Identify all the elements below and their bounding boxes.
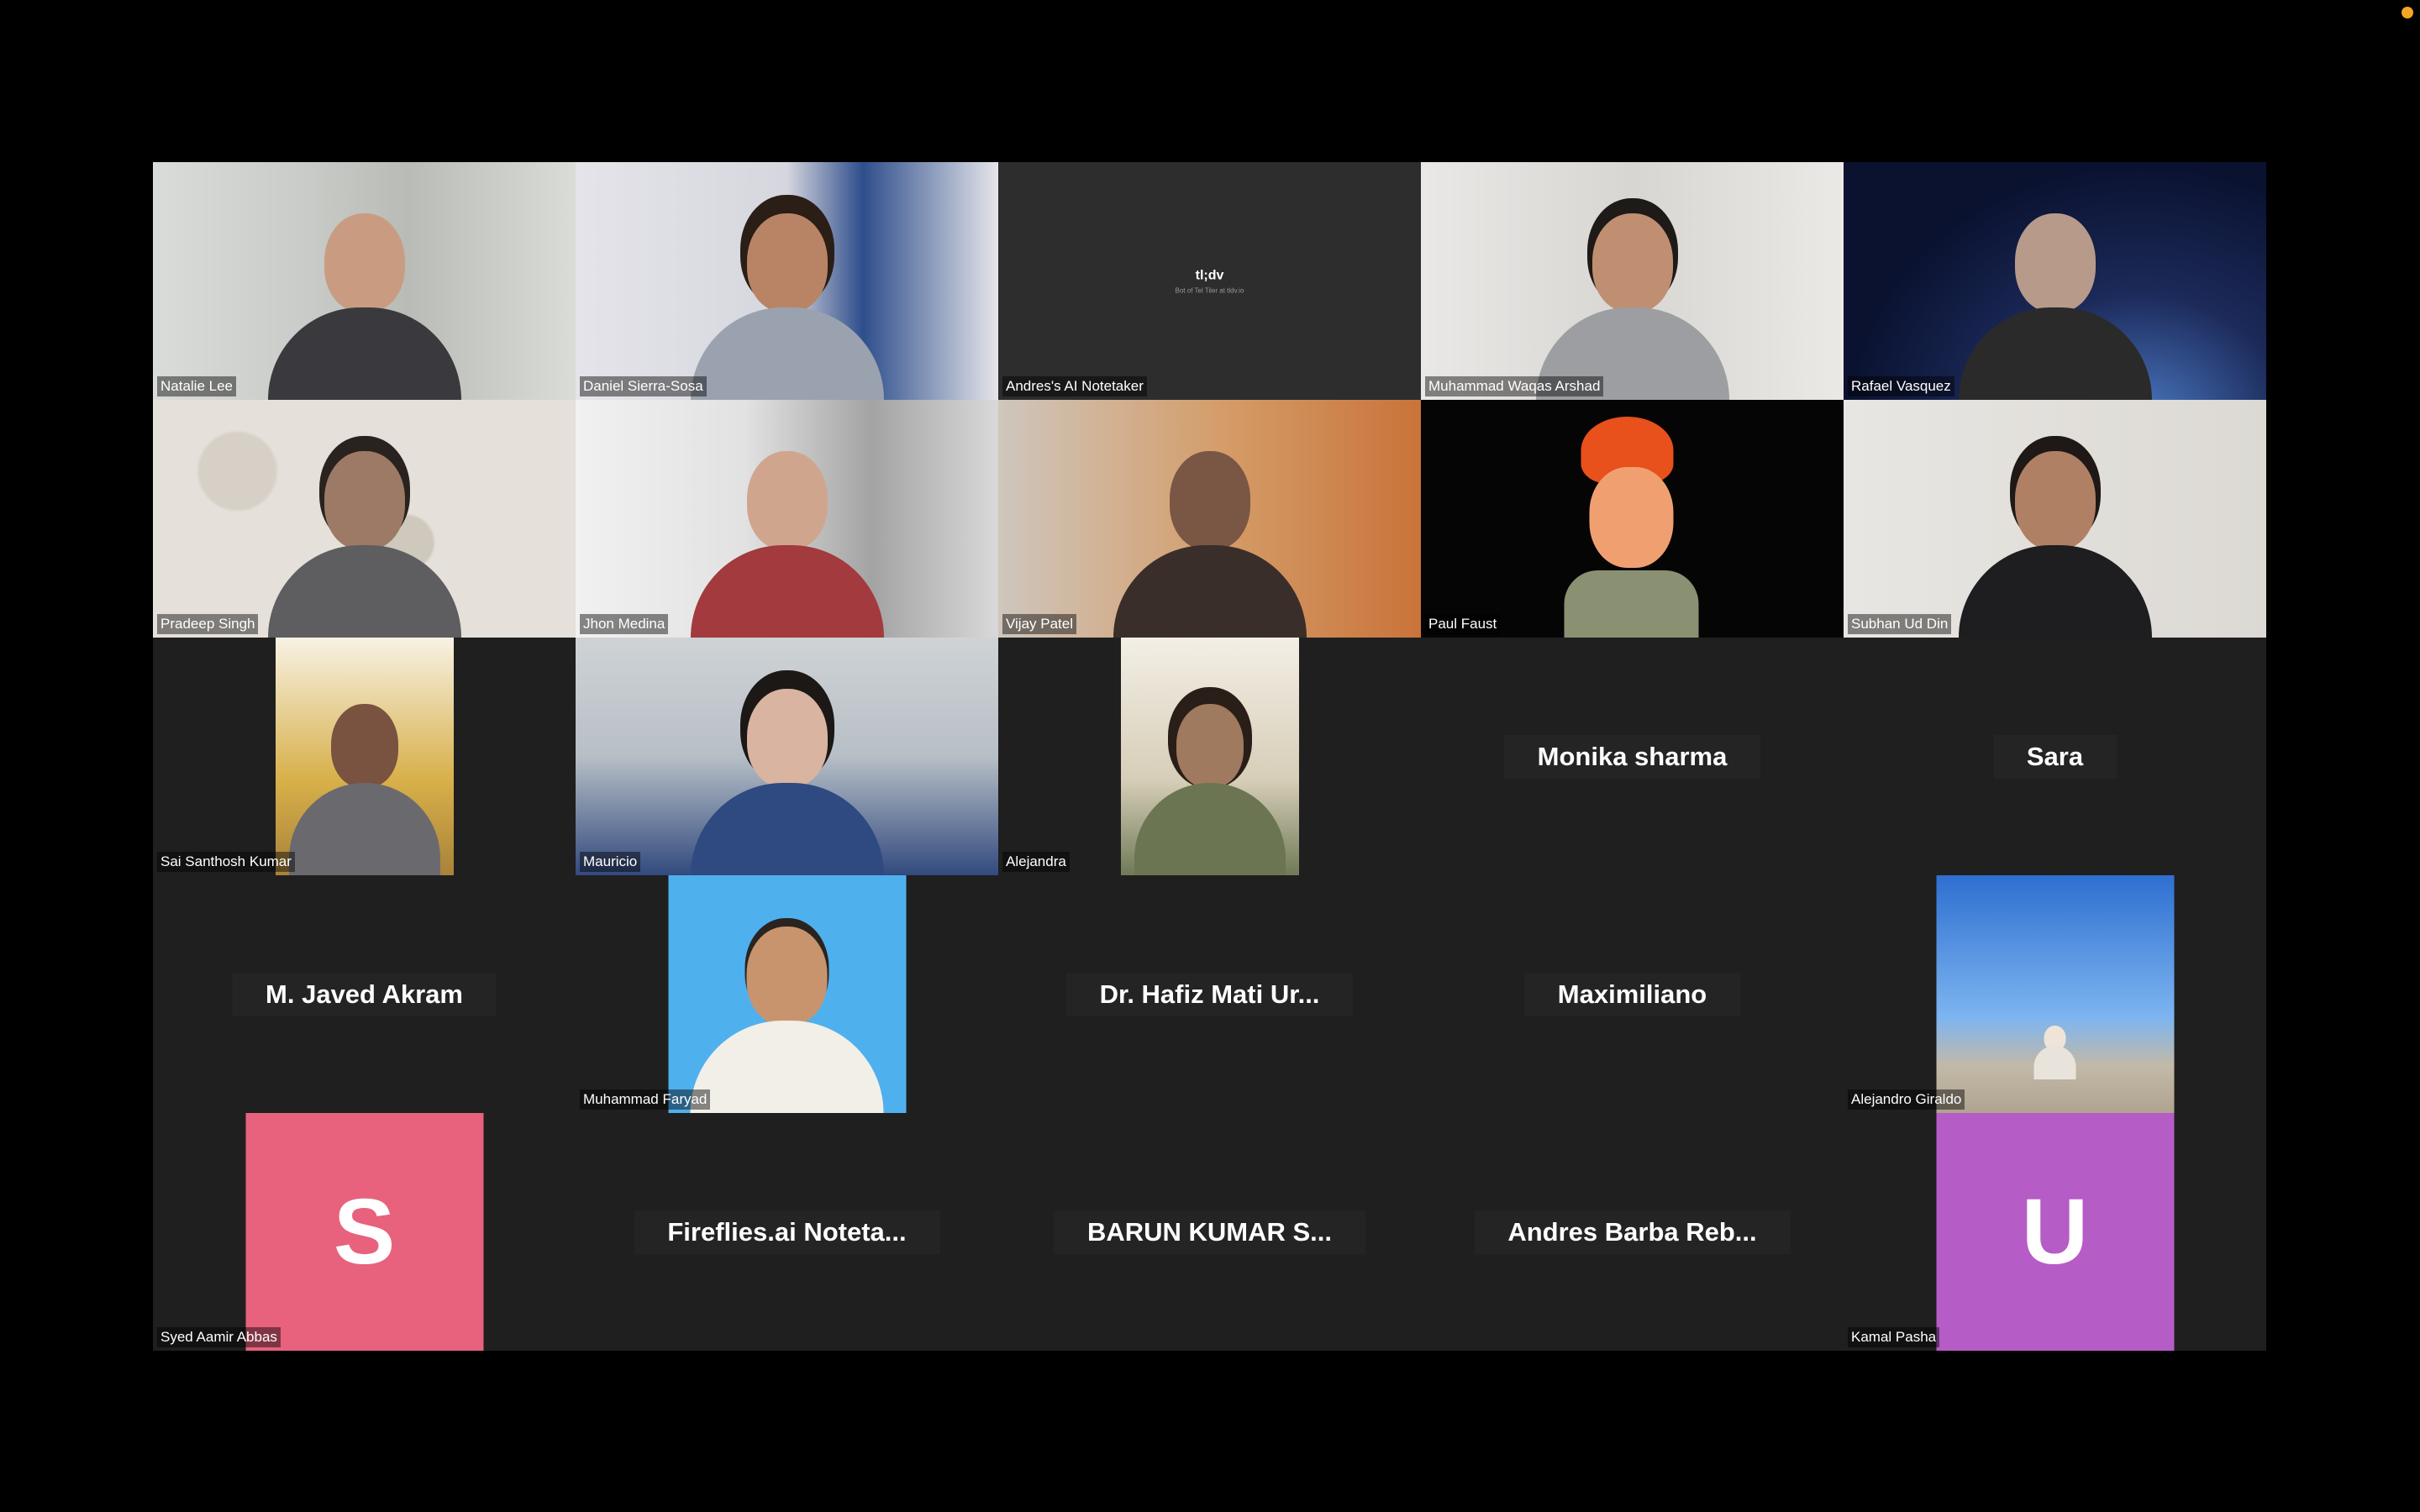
participant-name-label: Rafael Vasquez	[1848, 376, 1954, 396]
participant-name-label: Jhon Medina	[580, 614, 669, 634]
participant-video: tl;dv Bot of Tel Tiler at tldv.io	[998, 162, 1421, 400]
participant-video	[576, 638, 998, 875]
participant-tile[interactable]: Dr. Hafiz Mati Ur...	[998, 875, 1421, 1113]
participant-figure	[690, 927, 884, 1113]
participant-tile[interactable]: tl;dv Bot of Tel Tiler at tldv.io Andres…	[998, 162, 1421, 400]
logo-subtext: Bot of Tel Tiler at tldv.io	[1175, 286, 1244, 294]
participant-tile[interactable]: Muhammad Waqas Arshad	[1421, 162, 1844, 400]
participant-gallery: Natalie Lee Daniel Sierra-Sosa tl;dv Bot…	[153, 162, 2266, 1351]
participant-name-label: Alejandro Giraldo	[1848, 1089, 1965, 1110]
participant-video	[1421, 162, 1844, 400]
participant-video	[1120, 638, 1299, 875]
participant-tile[interactable]: Vijay Patel	[998, 400, 1421, 638]
participant-name-label: Muhammad Faryad	[580, 1089, 711, 1110]
participant-name-display: Fireflies.ai Noteta...	[634, 1210, 940, 1254]
participant-tile[interactable]: Subhan Ud Din	[1844, 400, 2266, 638]
participant-tile[interactable]: Andres Barba Reb...	[1421, 1113, 1844, 1351]
participant-tile[interactable]: Daniel Sierra-Sosa	[576, 162, 998, 400]
participant-name-label: Sai Santhosh Kumar	[157, 852, 295, 872]
participant-tile[interactable]: Alejandra	[998, 638, 1421, 875]
participant-name-display: Dr. Hafiz Mati Ur...	[1065, 972, 1354, 1016]
participant-name-label: Mauricio	[580, 852, 641, 872]
participant-name-label: Subhan Ud Din	[1848, 614, 1952, 634]
participant-avatar: U	[1936, 1113, 2174, 1351]
participant-figure	[288, 704, 440, 875]
participant-name-label: Kamal Pasha	[1848, 1327, 1940, 1347]
participant-video	[153, 400, 576, 638]
meeting-window: Natalie Lee Daniel Sierra-Sosa tl;dv Bot…	[0, 0, 2420, 1512]
participant-name-display: Monika sharma	[1503, 734, 1761, 779]
participant-name-label: Daniel Sierra-Sosa	[580, 376, 707, 396]
participant-name-display: Sara	[1992, 734, 2118, 779]
participant-video	[275, 638, 454, 875]
participant-name-label: Paul Faust	[1425, 614, 1501, 634]
participant-tile[interactable]: Muhammad Faryad	[576, 875, 998, 1113]
participant-video	[1844, 162, 2266, 400]
participant-video	[1844, 400, 2266, 638]
participant-name-label: Natalie Lee	[157, 376, 237, 396]
participant-name-display: Andres Barba Reb...	[1474, 1210, 1791, 1254]
participant-name-label: Muhammad Waqas Arshad	[1425, 376, 1604, 396]
participant-name-label: Pradeep Singh	[157, 614, 259, 634]
participant-tile[interactable]: Sai Santhosh Kumar	[153, 638, 576, 875]
participant-figure	[2033, 1026, 2076, 1079]
participant-tile[interactable]: Fireflies.ai Noteta...	[576, 1113, 998, 1351]
participant-tile[interactable]: S Syed Aamir Abbas	[153, 1113, 576, 1351]
participant-name-display: BARUN KUMAR S...	[1053, 1210, 1366, 1254]
participant-figure	[267, 213, 461, 400]
participant-name-label: Andres's AI Notetaker	[1002, 376, 1147, 396]
participant-video	[153, 162, 576, 400]
participant-tile[interactable]: M. Javed Akram	[153, 875, 576, 1113]
participant-figure	[1958, 451, 2152, 638]
participant-tile[interactable]: Paul Faust	[1421, 400, 1844, 638]
participant-name-display: M. Javed Akram	[232, 972, 497, 1016]
participant-figure	[690, 213, 884, 400]
participant-tile[interactable]: Alejandro Giraldo	[1844, 875, 2266, 1113]
participant-figure	[267, 451, 461, 638]
participant-tile[interactable]: Jhon Medina	[576, 400, 998, 638]
participant-video	[576, 162, 998, 400]
participant-figure	[1113, 451, 1307, 638]
participant-name-label: Vijay Patel	[1002, 614, 1077, 634]
participant-video	[668, 875, 906, 1113]
participant-video	[1421, 400, 1844, 638]
participant-tile[interactable]: Maximiliano	[1421, 875, 1844, 1113]
participant-tile[interactable]: Sara	[1844, 638, 2266, 875]
participant-name-label: Alejandra	[1002, 852, 1070, 872]
participant-figure	[690, 689, 884, 875]
participant-avatar: S	[245, 1113, 483, 1351]
participant-tile[interactable]: BARUN KUMAR S...	[998, 1113, 1421, 1351]
participant-name-label: Syed Aamir Abbas	[157, 1327, 281, 1347]
participant-video	[1936, 875, 2174, 1113]
muppet-picture	[1513, 400, 1751, 638]
participant-tile[interactable]: Monika sharma	[1421, 638, 1844, 875]
tldv-logo: tl;dv Bot of Tel Tiler at tldv.io	[1176, 268, 1244, 294]
participant-tile[interactable]: Pradeep Singh	[153, 400, 576, 638]
participant-tile[interactable]: Mauricio	[576, 638, 998, 875]
participant-figure	[1535, 213, 1729, 400]
participant-tile[interactable]: Natalie Lee	[153, 162, 576, 400]
participant-figure	[1958, 213, 2152, 400]
participant-name-display: Maximiliano	[1523, 972, 1741, 1016]
logo-text: tl;dv	[1195, 268, 1224, 282]
participant-figure	[690, 451, 884, 638]
participant-tile[interactable]: Rafael Vasquez	[1844, 162, 2266, 400]
recording-indicator-icon	[2402, 7, 2413, 18]
participant-tile[interactable]: U Kamal Pasha	[1844, 1113, 2266, 1351]
participant-video	[998, 400, 1421, 638]
participant-figure	[1134, 704, 1286, 875]
participant-video	[576, 400, 998, 638]
